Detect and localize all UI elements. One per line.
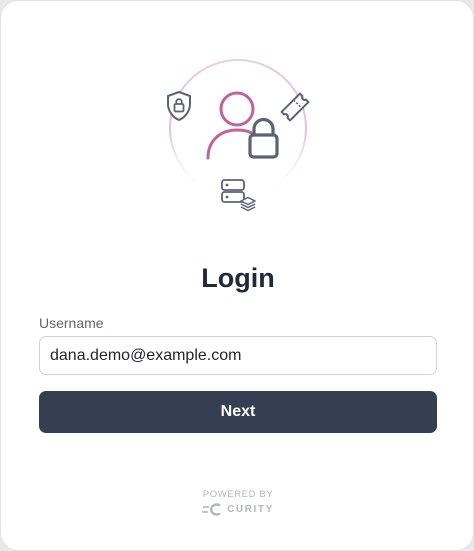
username-label: Username [39, 315, 104, 331]
login-card: Login Username Next POWERED BY CURITY [0, 0, 474, 551]
login-illustration [167, 59, 310, 212]
brand-logo: CURITY [1, 503, 474, 516]
ring-decoration [169, 59, 307, 197]
username-input[interactable] [39, 336, 437, 375]
curity-logo-icon [202, 503, 221, 516]
brand-name: CURITY [227, 504, 274, 515]
next-button[interactable]: Next [39, 391, 437, 433]
user-icon [206, 91, 257, 160]
powered-by-label: POWERED BY [202, 489, 274, 500]
page-title: Login [201, 263, 275, 293]
padlock-icon [248, 117, 279, 159]
